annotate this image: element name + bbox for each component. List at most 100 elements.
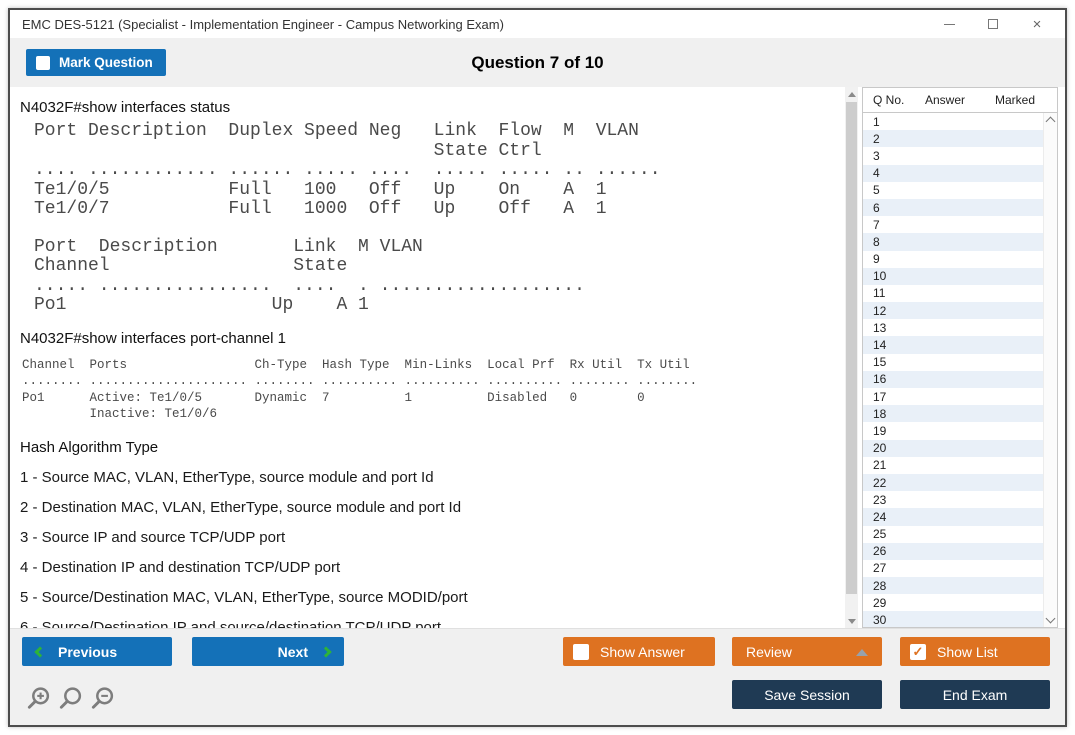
cli-command-2: N4032F#show interfaces port-channel 1 — [20, 330, 845, 347]
question-row[interactable]: 14 — [863, 336, 1043, 353]
close-icon: × — [1033, 16, 1042, 33]
question-row[interactable]: 12 — [863, 302, 1043, 319]
review-label: Review — [746, 644, 792, 660]
list-scroll-up-icon[interactable] — [1046, 117, 1056, 127]
question-row[interactable]: 28 — [863, 577, 1043, 594]
question-number: 1 — [873, 115, 880, 129]
question-row[interactable]: 2 — [863, 130, 1043, 147]
mark-question-checkbox[interactable] — [36, 56, 50, 70]
show-answer-label: Show Answer — [600, 644, 685, 660]
show-answer-button[interactable]: Show Answer — [563, 637, 715, 666]
question-number: 24 — [873, 510, 886, 524]
cli-command-1: N4032F#show interfaces status — [20, 99, 845, 116]
hash-algorithm-heading: Hash Algorithm Type — [20, 439, 845, 456]
question-row[interactable]: 5 — [863, 182, 1043, 199]
scrollbar-thumb[interactable] — [846, 102, 857, 594]
question-row[interactable]: 29 — [863, 594, 1043, 611]
close-button[interactable]: × — [1015, 10, 1059, 38]
show-list-button[interactable]: ✓ Show List — [900, 637, 1050, 666]
previous-button[interactable]: Previous — [22, 637, 172, 666]
review-button[interactable]: Review — [732, 637, 882, 666]
minimize-button[interactable] — [927, 10, 971, 38]
question-row[interactable]: 18 — [863, 405, 1043, 422]
column-answer: Answer — [925, 93, 965, 107]
question-row[interactable]: 15 — [863, 354, 1043, 371]
question-row[interactable]: 1 — [863, 113, 1043, 130]
question-number: 2 — [873, 132, 880, 146]
list-scroll-down-icon[interactable] — [1046, 614, 1056, 624]
question-list-panel: Q No. Answer Marked 12345678910111213141… — [862, 87, 1058, 628]
chevron-left-icon — [34, 646, 45, 657]
scroll-down-arrow-icon[interactable] — [845, 614, 858, 628]
question-row[interactable]: 19 — [863, 422, 1043, 439]
maximize-button[interactable] — [971, 10, 1015, 38]
window-title: EMC DES-5121 (Specialist - Implementatio… — [10, 17, 504, 32]
question-row[interactable]: 23 — [863, 491, 1043, 508]
question-content: N4032F#show interfaces status Port Descr… — [10, 87, 845, 628]
question-list-scrollbar[interactable] — [1043, 113, 1057, 627]
zoom-out-icon[interactable] — [90, 686, 115, 711]
question-row[interactable]: 7 — [863, 216, 1043, 233]
question-number: 26 — [873, 544, 886, 558]
show-answer-checkbox[interactable] — [573, 644, 589, 660]
end-exam-button[interactable]: End Exam — [900, 680, 1050, 709]
question-row[interactable]: 8 — [863, 233, 1043, 250]
port-channel-detail-table: Channel Ports Ch-Type Hash Type Min-Link… — [22, 357, 845, 423]
question-row[interactable]: 26 — [863, 543, 1043, 560]
question-row[interactable]: 21 — [863, 457, 1043, 474]
question-number: 7 — [873, 218, 880, 232]
save-session-button[interactable]: Save Session — [732, 680, 882, 709]
zoom-reset-icon[interactable] — [58, 686, 83, 711]
question-row[interactable]: 22 — [863, 474, 1043, 491]
hash-type-item: 6 - Source/Destination IP and source/des… — [20, 620, 845, 629]
question-row[interactable]: 11 — [863, 285, 1043, 302]
question-number: 25 — [873, 527, 886, 541]
question-number: 6 — [873, 201, 880, 215]
question-row[interactable]: 30 — [863, 611, 1043, 627]
mark-question-label: Mark Question — [59, 55, 153, 70]
question-number: 10 — [873, 269, 886, 283]
question-number: 14 — [873, 338, 886, 352]
column-qno: Q No. — [873, 93, 904, 107]
hash-type-item: 1 - Source MAC, VLAN, EtherType, source … — [20, 470, 845, 486]
hash-type-list: 1 - Source MAC, VLAN, EtherType, source … — [20, 470, 845, 629]
zoom-in-icon[interactable] — [26, 686, 51, 711]
question-rows: 1234567891011121314151617181920212223242… — [863, 113, 1043, 627]
content-scrollbar[interactable] — [845, 87, 858, 628]
question-number: 13 — [873, 321, 886, 335]
question-row[interactable]: 10 — [863, 268, 1043, 285]
hash-type-item: 3 - Source IP and source TCP/UDP port — [20, 530, 845, 546]
question-number: 9 — [873, 252, 880, 266]
question-number: 11 — [873, 286, 885, 300]
show-list-checkbox[interactable]: ✓ — [910, 644, 926, 660]
question-number: 16 — [873, 372, 886, 386]
question-number: 5 — [873, 183, 880, 197]
question-number: 12 — [873, 304, 886, 318]
header-strip: Question 7 of 10 Mark Question — [10, 38, 1065, 87]
question-list-header: Q No. Answer Marked — [863, 88, 1057, 113]
exam-window: EMC DES-5121 (Specialist - Implementatio… — [8, 8, 1067, 727]
question-row[interactable]: 24 — [863, 508, 1043, 525]
question-number: 27 — [873, 561, 886, 575]
question-row[interactable]: 27 — [863, 560, 1043, 577]
question-row[interactable]: 16 — [863, 371, 1043, 388]
question-counter: Question 7 of 10 — [10, 53, 1065, 73]
question-number: 23 — [873, 493, 886, 507]
question-row[interactable]: 17 — [863, 388, 1043, 405]
question-row[interactable]: 25 — [863, 526, 1043, 543]
question-row[interactable]: 9 — [863, 251, 1043, 268]
next-button[interactable]: Next — [192, 637, 344, 666]
mark-question-button[interactable]: Mark Question — [26, 49, 166, 76]
question-number: 18 — [873, 407, 886, 421]
question-number: 17 — [873, 390, 886, 404]
question-row[interactable]: 4 — [863, 165, 1043, 182]
question-row[interactable]: 3 — [863, 147, 1043, 164]
question-row[interactable]: 20 — [863, 440, 1043, 457]
zoom-toolbar — [26, 686, 115, 711]
question-row[interactable]: 6 — [863, 199, 1043, 216]
chevron-right-icon — [320, 646, 331, 657]
hash-type-item: 5 - Source/Destination MAC, VLAN, EtherT… — [20, 590, 845, 606]
previous-label: Previous — [58, 644, 117, 660]
scroll-up-arrow-icon[interactable] — [845, 87, 858, 101]
question-row[interactable]: 13 — [863, 319, 1043, 336]
